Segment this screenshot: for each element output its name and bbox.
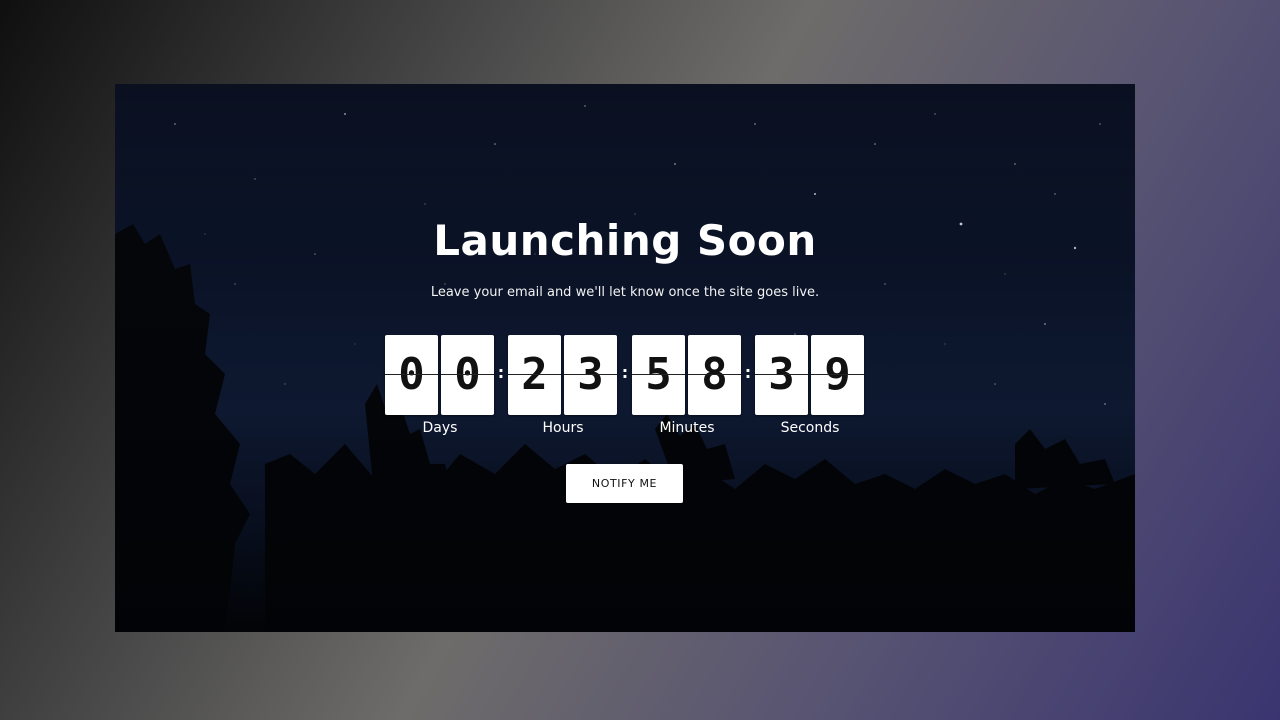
seconds-digit-2-value: 9 bbox=[824, 349, 851, 400]
minutes-label: Minutes bbox=[659, 420, 715, 436]
flip-hinge-line bbox=[811, 374, 864, 375]
seconds-digit-2: 9 bbox=[811, 335, 864, 415]
minutes-digit-1: 5 bbox=[632, 335, 685, 415]
countdown-seconds: 3 9 Seconds bbox=[755, 335, 865, 436]
page-title: Launching Soon bbox=[433, 216, 817, 265]
countdown-hours: 2 3 Hours bbox=[508, 335, 618, 436]
colon-separator: : bbox=[621, 363, 629, 382]
flip-hinge-line bbox=[632, 374, 685, 375]
days-digit-2: 0 bbox=[441, 335, 494, 415]
days-label: Days bbox=[422, 420, 458, 436]
days-digit-2-value: 0 bbox=[454, 349, 481, 400]
hours-digit-1: 2 bbox=[508, 335, 561, 415]
flip-hinge-line bbox=[441, 374, 494, 375]
flip-hinge-line bbox=[755, 374, 808, 375]
page-subtitle: Leave your email and we'll let know once… bbox=[430, 285, 820, 300]
hours-digit-1-value: 2 bbox=[521, 349, 548, 400]
seconds-digit-1: 3 bbox=[755, 335, 808, 415]
flip-hinge-line bbox=[564, 374, 617, 375]
countdown-minutes: 5 8 Minutes bbox=[632, 335, 742, 436]
notify-me-button[interactable]: NOTIFY ME bbox=[566, 464, 683, 503]
colon-separator: : bbox=[744, 363, 752, 382]
days-digit-1-value: 0 bbox=[398, 349, 425, 400]
seconds-label: Seconds bbox=[780, 420, 840, 436]
countdown-timer: 0 0 Days : 2 3 Hours : 5 8 Minutes: 3 9… bbox=[385, 335, 865, 436]
seconds-digit-1-value: 3 bbox=[768, 349, 795, 400]
days-digit-1: 0 bbox=[385, 335, 438, 415]
minutes-digit-1-value: 5 bbox=[645, 349, 672, 400]
countdown-days: 0 0 Days bbox=[385, 335, 495, 436]
flip-hinge-line bbox=[385, 374, 438, 375]
hours-label: Hours bbox=[542, 420, 584, 436]
minutes-digit-2-value: 8 bbox=[701, 349, 728, 400]
hours-digit-2-value: 3 bbox=[577, 349, 604, 400]
minutes-digit-2: 8 bbox=[688, 335, 741, 415]
flip-hinge-line bbox=[688, 374, 741, 375]
colon-separator: : bbox=[497, 363, 505, 382]
hours-digit-2: 3 bbox=[564, 335, 617, 415]
hero-section: Launching Soon Leave your email and we'l… bbox=[115, 84, 1135, 632]
flip-hinge-line bbox=[508, 374, 561, 375]
